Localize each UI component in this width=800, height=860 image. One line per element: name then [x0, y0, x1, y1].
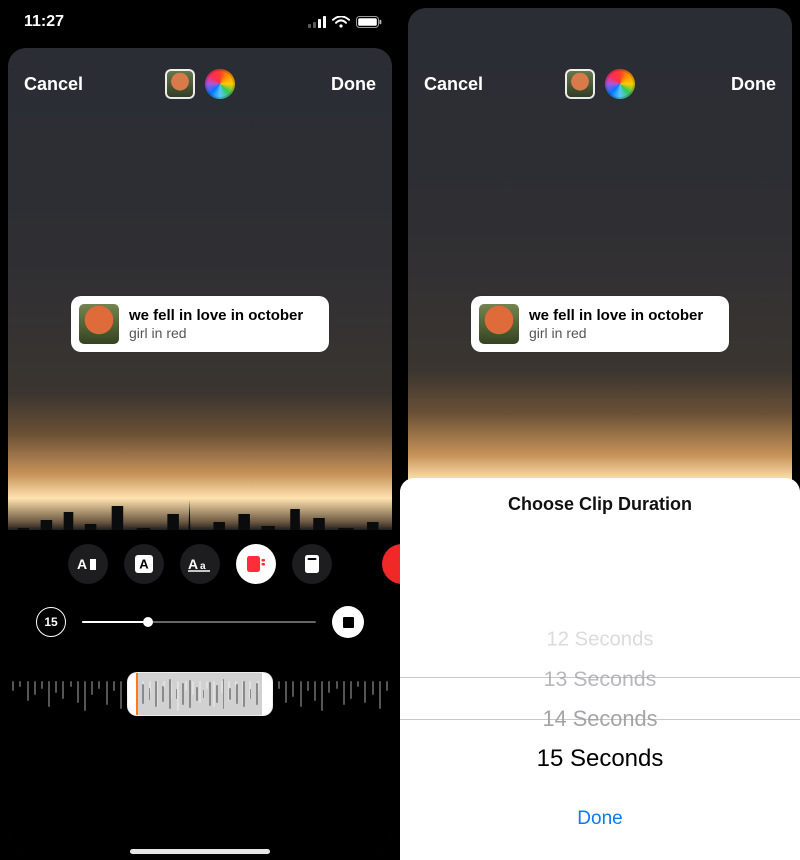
home-indicator[interactable]: [130, 849, 270, 854]
duration-sheet: Choose Clip Duration 12 Seconds 13 Secon…: [400, 478, 800, 860]
music-artist: girl in red: [129, 325, 303, 341]
top-actions: Cancel Done: [408, 62, 792, 106]
music-thumbnail-icon[interactable]: [165, 69, 195, 99]
duration-badge[interactable]: 15: [36, 607, 66, 637]
album-art-icon: [79, 304, 119, 344]
scrub-knob[interactable]: [143, 617, 153, 627]
battery-icon: [356, 16, 382, 28]
clip-window[interactable]: [127, 672, 273, 716]
status-bar: 11:27: [0, 10, 400, 34]
status-time: 11:27: [24, 13, 64, 31]
scrub-row: 15: [8, 606, 392, 638]
music-sticker[interactable]: we fell in love in october girl in red: [471, 296, 729, 352]
scrub-fill: [82, 621, 148, 623]
svg-text:A: A: [188, 556, 198, 572]
svg-text:A: A: [139, 557, 149, 572]
waveform-row[interactable]: [8, 664, 392, 728]
stop-icon: [343, 617, 354, 628]
music-title: we fell in love in october: [129, 307, 303, 324]
music-thumbnail-icon[interactable]: [565, 69, 595, 99]
clip-inner-ticks: [142, 679, 258, 709]
scrub-slider[interactable]: [82, 621, 316, 623]
done-button[interactable]: Done: [325, 70, 382, 99]
svg-text:A: A: [77, 556, 87, 572]
style-text-aa[interactable]: A a: [180, 544, 220, 584]
sheet-title: Choose Clip Duration: [400, 478, 800, 523]
phone-left: 11:27: [0, 0, 400, 860]
clip-handle-left[interactable]: [128, 673, 138, 715]
sheet-done-button[interactable]: Done: [400, 786, 800, 860]
style-boxed-letter[interactable]: A: [124, 544, 164, 584]
picker-list[interactable]: 12 Seconds 13 Seconds 14 Seconds 15 Seco…: [400, 619, 800, 779]
style-dynamic-lyrics[interactable]: A: [68, 544, 108, 584]
cancel-button[interactable]: Cancel: [18, 70, 89, 99]
picker-option[interactable]: 12 Seconds: [416, 620, 784, 657]
status-icons: [308, 16, 382, 28]
style-sticker[interactable]: [292, 544, 332, 584]
music-meta: we fell in love in october girl in red: [529, 307, 703, 340]
picker-option[interactable]: 13 Seconds: [406, 659, 794, 698]
style-selector: A A A a: [8, 544, 392, 584]
cancel-button[interactable]: Cancel: [418, 70, 489, 99]
music-sticker[interactable]: we fell in love in october girl in red: [71, 296, 329, 352]
music-title: we fell in love in october: [529, 307, 703, 324]
wifi-icon: [332, 16, 350, 28]
color-wheel-icon[interactable]: [605, 69, 635, 99]
top-actions: Cancel Done: [8, 62, 392, 106]
clip-handle-right[interactable]: [262, 673, 272, 715]
music-artist: girl in red: [529, 325, 703, 341]
music-edit-panel: A A A a: [8, 530, 392, 852]
picker-option[interactable]: 14 Seconds: [402, 699, 798, 739]
phone-right: Cancel Done we fell in love in october g…: [400, 0, 800, 860]
done-button[interactable]: Done: [725, 70, 782, 99]
album-art-icon: [479, 304, 519, 344]
more-styles-hint-icon[interactable]: [382, 544, 400, 584]
music-meta: we fell in love in october girl in red: [129, 307, 303, 340]
picker-option-selected[interactable]: 15 Seconds: [400, 739, 800, 779]
duration-picker[interactable]: 12 Seconds 13 Seconds 14 Seconds 15 Seco…: [400, 523, 800, 786]
stop-button[interactable]: [332, 606, 364, 638]
color-wheel-icon[interactable]: [205, 69, 235, 99]
cellular-icon: [308, 16, 326, 28]
style-card-selected[interactable]: [236, 544, 276, 584]
